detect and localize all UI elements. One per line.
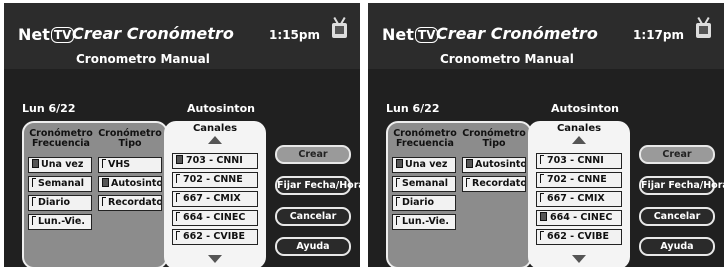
checkbox-icon — [176, 193, 180, 202]
type-header: Cronómetro Tipo — [462, 128, 526, 149]
checkbox-icon — [176, 212, 180, 221]
channel-item[interactable]: 702 - CNNE — [536, 172, 622, 188]
page-title: Crear Cronómetro — [436, 24, 598, 43]
type-option-autosinton[interactable]: Autosinton — [98, 176, 162, 192]
scroll-down-icon[interactable] — [208, 255, 222, 263]
nettv-logo: Net TV — [18, 25, 75, 44]
subtitle: Cronometro Manual — [76, 52, 210, 66]
fijar-fecha-hora-button[interactable]: Fijar Fecha/Hora — [639, 176, 724, 195]
checkbox-icon — [102, 159, 106, 168]
checkbox-icon — [102, 197, 106, 206]
crear-button[interactable]: Crear — [275, 145, 351, 164]
ayuda-button[interactable]: Ayuda — [275, 237, 351, 256]
checkbox-checked-icon — [540, 212, 547, 221]
freq-option-diario[interactable]: Diario — [28, 195, 92, 211]
checkbox-icon — [396, 197, 400, 206]
channel-item[interactable]: 703 - CNNI — [172, 153, 258, 169]
date-label: Lun 6/22 — [386, 102, 440, 115]
channels-header: Canales — [192, 123, 238, 134]
freq-option-lun-vie[interactable]: Lun.-Vie. — [392, 214, 456, 230]
crear-button[interactable]: Crear — [639, 145, 715, 164]
checkbox-icon — [396, 178, 400, 187]
channel-item[interactable]: 702 - CNNE — [172, 172, 258, 188]
checkbox-icon — [176, 174, 180, 183]
fijar-fecha-hora-button[interactable]: Fijar Fecha/Hora — [275, 176, 360, 195]
freq-option-lun-vie[interactable]: Lun.-Vie. — [28, 214, 92, 230]
channel-item[interactable]: 664 - CINEC — [172, 210, 258, 226]
checkbox-icon — [176, 231, 180, 240]
scroll-down-icon[interactable] — [572, 255, 586, 263]
page-title: Crear Cronómetro — [72, 24, 234, 43]
timer-options-panel: Cronómetro Frecuencia Cronómetro Tipo Un… — [386, 121, 532, 267]
timer-options-panel: Cronómetro Frecuencia Cronómetro Tipo Un… — [22, 121, 168, 267]
freq-option-diario[interactable]: Diario — [392, 195, 456, 211]
checkbox-icon — [32, 216, 36, 225]
autosinton-label: Autosinton — [551, 102, 619, 115]
checkbox-checked-icon — [396, 159, 403, 168]
channel-item[interactable]: 667 - CMIX — [536, 191, 622, 207]
checkbox-icon — [540, 174, 544, 183]
cancelar-button[interactable]: Cancelar — [639, 207, 715, 226]
type-option-recordator[interactable]: Recordator — [462, 176, 526, 192]
tv-icon — [696, 23, 711, 38]
checkbox-icon — [466, 178, 470, 187]
channel-item[interactable]: 662 - CVIBE — [536, 229, 622, 245]
scroll-up-icon[interactable] — [208, 136, 222, 144]
channel-item[interactable]: 662 - CVIBE — [172, 229, 258, 245]
checkbox-icon — [540, 155, 544, 164]
checkbox-icon — [396, 216, 400, 225]
clock: 1:15pm — [269, 28, 320, 42]
screen-2: Net TV Crear Cronómetro 1:17pm Cronometro… — [368, 3, 724, 267]
clock: 1:17pm — [633, 28, 684, 42]
type-option-autosinton[interactable]: Autosinton — [462, 157, 526, 173]
channel-item[interactable]: 703 - CNNI — [536, 153, 622, 169]
freq-option-semanal[interactable]: Semanal — [28, 176, 92, 192]
checkbox-checked-icon — [466, 159, 473, 168]
tv-icon — [332, 23, 347, 38]
channels-panel: Canales 703 - CNNI 702 - CNNE 667 - CMIX… — [528, 121, 630, 267]
channels-panel: Canales 703 - CNNI 702 - CNNE 667 - CMIX… — [164, 121, 266, 267]
checkbox-checked-icon — [176, 155, 183, 164]
frequency-header: Cronómetro Frecuencia — [393, 128, 457, 149]
date-label: Lun 6/22 — [22, 102, 76, 115]
type-option-recordator[interactable]: Recordator — [98, 195, 162, 211]
channel-item[interactable]: 664 - CINEC — [536, 210, 622, 226]
nettv-logo: Net TV — [382, 25, 439, 44]
freq-option-semanal[interactable]: Semanal — [392, 176, 456, 192]
checkbox-icon — [540, 231, 544, 240]
checkbox-checked-icon — [102, 178, 109, 187]
subtitle: Cronometro Manual — [440, 52, 574, 66]
ayuda-button[interactable]: Ayuda — [639, 237, 715, 256]
channel-item[interactable]: 667 - CMIX — [172, 191, 258, 207]
type-option-vhs[interactable]: VHS — [98, 157, 162, 173]
checkbox-checked-icon — [32, 159, 39, 168]
freq-option-una-vez[interactable]: Una vez — [28, 157, 92, 173]
channels-header: Canales — [556, 123, 602, 134]
checkbox-icon — [32, 197, 36, 206]
scroll-up-icon[interactable] — [572, 136, 586, 144]
screen-1: Net TV Crear Cronómetro 1:15pm Cronometro… — [4, 3, 360, 267]
frequency-header: Cronómetro Frecuencia — [29, 128, 93, 149]
cancelar-button[interactable]: Cancelar — [275, 207, 351, 226]
checkbox-icon — [540, 193, 544, 202]
freq-option-una-vez[interactable]: Una vez — [392, 157, 456, 173]
type-header: Cronómetro Tipo — [98, 128, 162, 149]
autosinton-label: Autosinton — [187, 102, 255, 115]
checkbox-icon — [32, 178, 36, 187]
